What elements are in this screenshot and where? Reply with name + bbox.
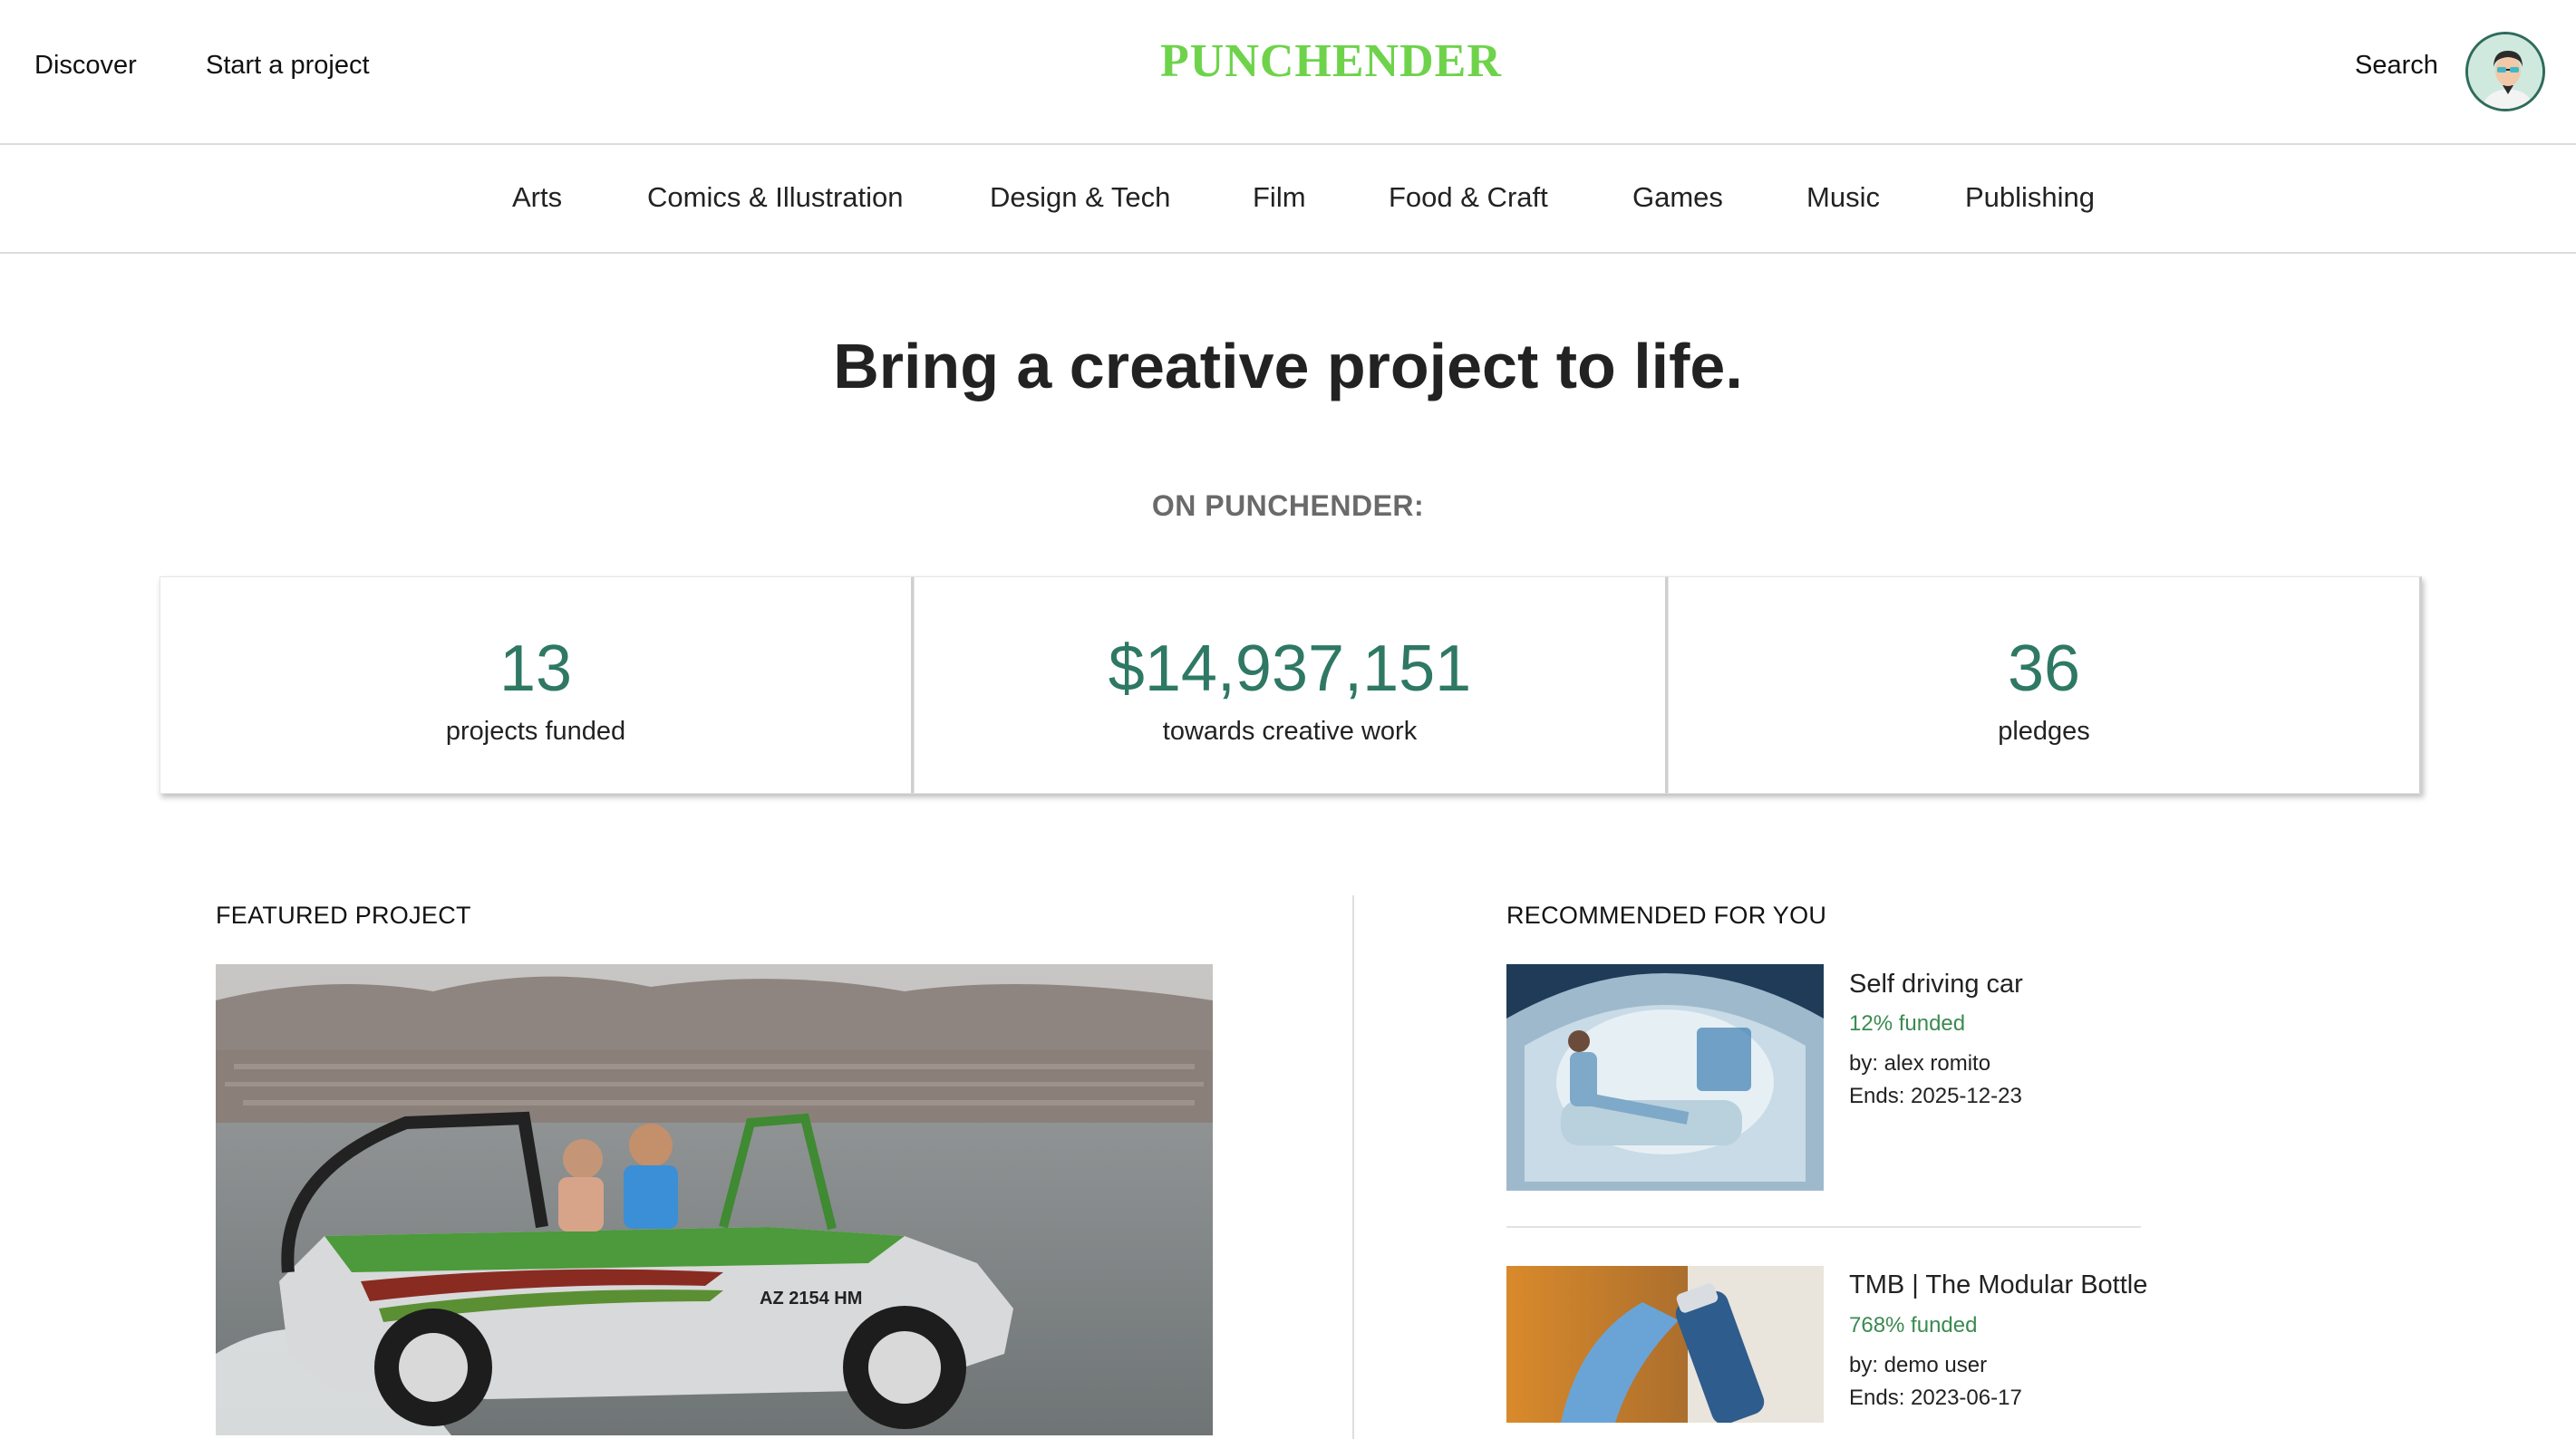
stat-label: pledges: [1998, 717, 2090, 746]
self-driving-car-photo: [1506, 964, 1824, 1191]
discover-link[interactable]: Discover: [34, 51, 137, 81]
stat-value: 36: [2007, 633, 2081, 705]
category-games[interactable]: Games: [1632, 181, 1723, 214]
recommended-item-image[interactable]: [1506, 1266, 1824, 1423]
recommended-item-title[interactable]: Self driving car: [1849, 970, 2023, 1000]
recommended-item-image[interactable]: [1506, 964, 1824, 1191]
top-navigation-bar: Discover Start a project PUNCHENDER Sear…: [0, 0, 2576, 145]
category-navigation: Arts Comics & Illustration Design & Tech…: [0, 145, 2576, 254]
category-film[interactable]: Film: [1253, 181, 1306, 214]
category-comics-illustration[interactable]: Comics & Illustration: [647, 181, 904, 214]
recommended-item-end-date: Ends: 2023-06-17: [1849, 1386, 2022, 1410]
recommended-item-funded: 12% funded: [1849, 1011, 1966, 1036]
featured-project-label: FEATURED PROJECT: [216, 902, 471, 929]
recommended-item-funded: 768% funded: [1849, 1313, 1978, 1338]
stat-pledges: 36 pledges: [1668, 576, 2422, 794]
user-avatar[interactable]: [2465, 32, 2545, 111]
section-divider: [1352, 895, 1354, 1439]
category-food-craft[interactable]: Food & Craft: [1389, 181, 1548, 214]
stats-panel: 13 projects funded $14,937,151 towards c…: [160, 576, 2422, 794]
amphibious-vehicle-photo: AZ 2154 HM: [216, 964, 1213, 1435]
featured-project-image[interactable]: AZ 2154 HM: [216, 964, 1213, 1435]
site-logo[interactable]: PUNCHENDER: [1160, 34, 1501, 88]
recommended-item-end-date: Ends: 2025-12-23: [1849, 1084, 2022, 1108]
stat-label: towards creative work: [1162, 717, 1418, 746]
search-link[interactable]: Search: [2355, 51, 2438, 81]
category-design-tech[interactable]: Design & Tech: [990, 181, 1170, 214]
category-publishing[interactable]: Publishing: [1965, 181, 2095, 214]
stats-heading: ON PUNCHENDER:: [1151, 489, 1425, 522]
recommended-item-author: by: demo user: [1849, 1353, 1988, 1377]
category-arts[interactable]: Arts: [512, 181, 562, 214]
svg-text:AZ 2154 HM: AZ 2154 HM: [760, 1289, 862, 1309]
modular-bottle-photo: [1506, 1266, 1824, 1423]
stat-value: $14,937,151: [1108, 633, 1472, 705]
recommended-label: RECOMMENDED FOR YOU: [1506, 902, 1827, 929]
stat-creative-work: $14,937,151 towards creative work: [914, 576, 1668, 794]
hero-title: Bring a creative project to life.: [833, 331, 1743, 401]
category-music[interactable]: Music: [1806, 181, 1880, 214]
stat-label: projects funded: [445, 717, 626, 746]
recommended-separator: [1506, 1226, 2141, 1228]
stat-projects-funded: 13 projects funded: [160, 576, 914, 794]
recommended-item-author: by: alex romito: [1849, 1051, 1991, 1076]
start-project-link[interactable]: Start a project: [206, 51, 370, 81]
recommended-item-title[interactable]: TMB | The Modular Bottle: [1849, 1270, 2147, 1300]
avatar-icon: [2468, 34, 2542, 109]
stat-value: 13: [499, 633, 573, 705]
